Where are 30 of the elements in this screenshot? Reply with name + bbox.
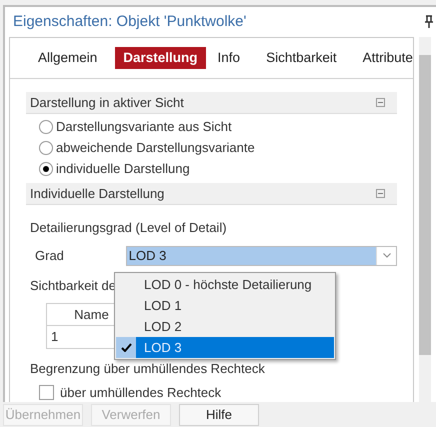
dropdown-item[interactable]: LOD 0 - höchste Detailierung [116, 274, 334, 295]
dropdown-item[interactable]: LOD 3 [116, 337, 334, 358]
tab[interactable]: Darstellung [115, 47, 206, 69]
tab[interactable]: Attribute [354, 47, 421, 69]
grade-dropdown[interactable]: LOD 3 [126, 246, 397, 266]
radio-label: abweichende Darstellungsvariante [56, 139, 255, 158]
window-title: Eigenschaften: Objekt 'Punktwolke' [13, 12, 246, 32]
checkbox-label: über umhüllendes Rechteck [60, 384, 222, 402]
check-icon [120, 343, 132, 352]
scrollbar[interactable] [419, 37, 431, 402]
radio-label: individuelle Darstellung [56, 160, 190, 178]
tab[interactable]: Info [210, 47, 248, 69]
section-header[interactable]: Individuelle Darstellung [26, 183, 397, 205]
radio-button[interactable] [39, 141, 53, 155]
tab[interactable]: Sichtbarkeit [258, 47, 345, 69]
dialog-button[interactable]: Hilfe [179, 404, 259, 426]
collapse-icon[interactable] [376, 98, 385, 107]
grade-label: Grad [34, 246, 65, 265]
tab[interactable]: Allgemein [30, 47, 106, 69]
detail-label: Detailierungsgrad (Level of Detail) [29, 219, 228, 237]
radio-label: Darstellungsvariante aus Sicht [56, 118, 232, 136]
pin-icon[interactable] [424, 15, 434, 29]
bounds-label: Begrenzung über umhüllendes Rechteck [29, 360, 265, 378]
collapse-icon[interactable] [376, 189, 385, 198]
table-cell-text: 1 [50, 328, 60, 346]
checkbox[interactable] [39, 384, 54, 400]
caret-icon [382, 253, 390, 258]
radio-button[interactable] [39, 162, 53, 176]
radio-button[interactable] [39, 120, 53, 134]
section-header[interactable]: Darstellung in aktiver Sicht [26, 92, 397, 114]
